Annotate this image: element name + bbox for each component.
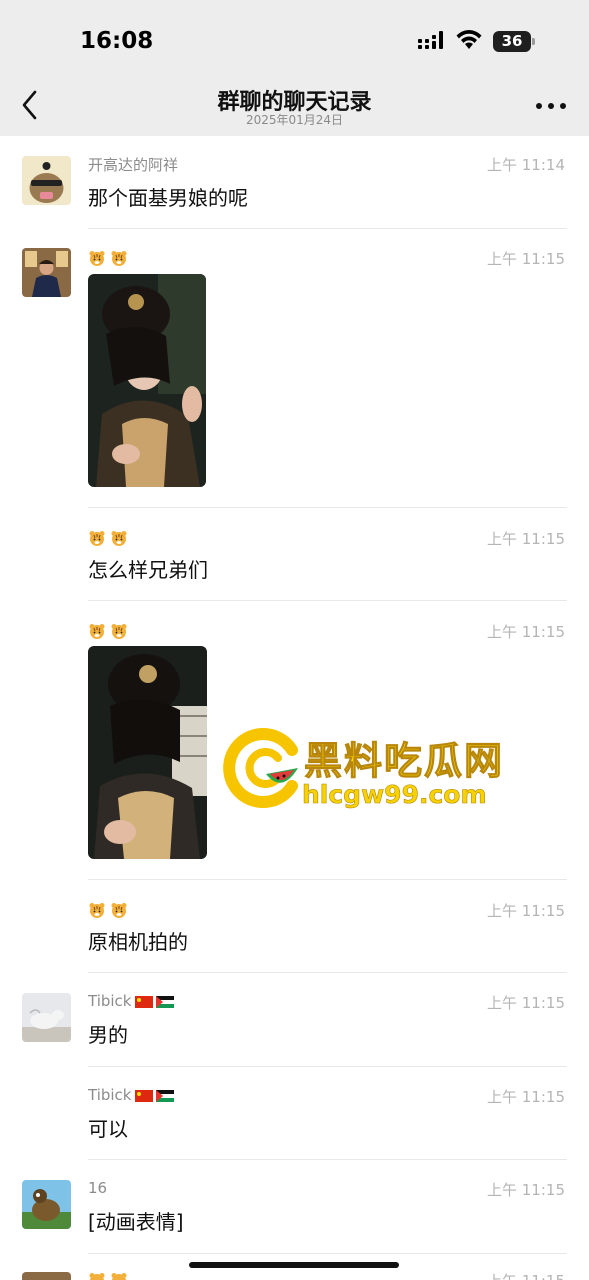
message-text[interactable]: [动画表情] [88, 1206, 184, 1235]
more-options-icon[interactable] [534, 100, 568, 112]
message-text[interactable]: 原相机拍的 [88, 926, 188, 955]
message-row: 上午 11:15 [0, 601, 589, 880]
battery-tip [532, 38, 535, 45]
china-flag-icon [134, 1089, 153, 1102]
palestine-flag-icon [155, 995, 174, 1008]
tiger-face-icon [89, 530, 105, 546]
sender-emoji-name [88, 528, 132, 546]
user-avatar[interactable] [22, 156, 71, 205]
tiger-face-icon [89, 1272, 105, 1280]
message-time: 上午 11:15 [487, 530, 565, 548]
user-avatar[interactable] [22, 993, 71, 1042]
sender-name: 16 [88, 1179, 108, 1197]
message-time: 上午 11:15 [487, 1181, 565, 1199]
message-row: 16 上午 11:15 [动画表情] [0, 1160, 589, 1254]
sender-emoji-name [88, 621, 132, 639]
user-avatar[interactable] [22, 248, 71, 297]
top-bar: 16:08 36 群聊的聊天记录 2025年01月24日 [0, 0, 589, 136]
tiger-face-icon [111, 902, 127, 918]
page-subtitle-date: 2025年01月24日 [245, 113, 344, 127]
status-time: 16:08 [80, 28, 154, 54]
palestine-flag-icon [155, 1089, 174, 1102]
sender-name-row: Tibick [88, 992, 174, 1010]
battery-level: 36 [493, 31, 531, 52]
message-time: 上午 11:15 [487, 623, 565, 641]
message-photo[interactable] [88, 274, 206, 487]
tiger-face-icon [111, 623, 127, 639]
message-row: 上午 11:15 原相机拍的 [0, 880, 589, 973]
message-time: 上午 11:15 [487, 994, 565, 1012]
message-text[interactable]: 可以 [88, 1113, 128, 1142]
sender-emoji-name [88, 1270, 132, 1280]
battery-icon: 36 [493, 31, 535, 52]
message-time: 上午 11:14 [487, 156, 565, 174]
user-avatar[interactable] [22, 1272, 71, 1280]
message-time: 上午 11:15 [487, 1270, 565, 1280]
message-row: Tibick 上午 11:15 男的 [0, 973, 589, 1067]
tiger-face-icon [111, 1272, 127, 1280]
sender-name: Tibick [88, 1086, 132, 1104]
wifi-icon [456, 30, 482, 49]
message-time: 上午 11:15 [487, 902, 565, 920]
sender-emoji-name [88, 248, 132, 266]
tiger-face-icon [89, 902, 105, 918]
home-indicator[interactable] [189, 1262, 399, 1268]
sender-name: 开高达的阿祥 [88, 156, 179, 174]
message-row: 开高达的阿祥 上午 11:14 那个面基男娘的呢 [0, 140, 589, 230]
message-row: Tibick 上午 11:15 可以 [0, 1067, 589, 1160]
sender-name-row: Tibick [88, 1086, 174, 1104]
tiger-face-icon [111, 530, 127, 546]
tiger-face-icon [111, 250, 127, 266]
tiger-face-icon [89, 623, 105, 639]
china-flag-icon [134, 995, 153, 1008]
message-text[interactable]: 男的 [88, 1019, 128, 1048]
message-row: 上午 11:15 怎么样兄弟们 [0, 508, 589, 601]
tiger-face-icon [89, 250, 105, 266]
divider [88, 228, 567, 229]
message-text[interactable]: 那个面基男娘的呢 [88, 182, 248, 211]
message-row: 上午 11:15 [0, 230, 589, 508]
message-text[interactable]: 怎么样兄弟们 [88, 554, 208, 583]
message-time: 上午 11:15 [487, 1088, 565, 1106]
sender-name: Tibick [88, 992, 132, 1010]
sender-emoji-name [88, 900, 132, 918]
cellular-signal-icon [418, 31, 443, 49]
message-time: 上午 11:15 [487, 250, 565, 268]
user-avatar[interactable] [22, 1180, 71, 1229]
message-photo[interactable] [88, 646, 207, 859]
